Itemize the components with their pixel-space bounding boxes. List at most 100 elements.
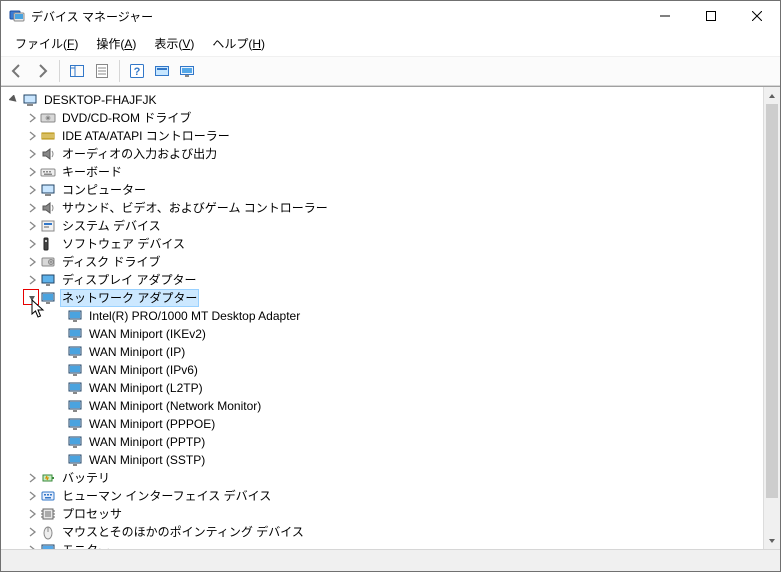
expander-closed-icon[interactable] (25, 543, 39, 549)
expander-closed-icon[interactable] (25, 489, 39, 503)
tree-node[interactable]: IDE ATA/ATAPI コントローラー (1, 127, 763, 145)
menu-view[interactable]: 表示(V) (146, 33, 202, 54)
expander-closed-icon[interactable] (25, 129, 39, 143)
expander-closed-icon[interactable] (25, 273, 39, 287)
show-hide-console-tree-button[interactable] (65, 59, 89, 83)
computer-icon (40, 182, 56, 198)
tree-leaf[interactable]: WAN Miniport (IP) (1, 343, 763, 361)
vertical-scrollbar[interactable] (763, 87, 780, 549)
tree-node-label: コンピューター (60, 181, 148, 199)
expander-closed-icon[interactable] (25, 165, 39, 179)
device-manager-window: デバイス マネージャー ファイル(F) 操作(A) 表示(V) ヘルプ(H) (0, 0, 781, 572)
minimize-button[interactable] (642, 1, 688, 31)
system-icon (40, 218, 56, 234)
network-adapter-icon (67, 344, 83, 360)
software-icon (40, 236, 56, 252)
tree-node-label: ヒューマン インターフェイス デバイス (60, 487, 273, 505)
expander-closed-icon[interactable] (25, 219, 39, 233)
expander-closed-icon[interactable] (25, 237, 39, 251)
properties-button[interactable] (90, 59, 114, 83)
mouse-icon (40, 524, 56, 540)
scroll-down-button[interactable] (764, 532, 780, 549)
arrow-left-icon (9, 63, 25, 79)
tree-leaf[interactable]: WAN Miniport (IPv6) (1, 361, 763, 379)
tree-root[interactable]: DESKTOP-FHAJFJK (1, 91, 763, 109)
tree-node[interactable]: ディスプレイ アダプター (1, 271, 763, 289)
tree-node-label: IDE ATA/ATAPI コントローラー (60, 127, 232, 145)
tree-leaf[interactable]: WAN Miniport (SSTP) (1, 451, 763, 469)
tree-node[interactable]: モニター (1, 541, 763, 549)
tree-node[interactable]: ヒューマン インターフェイス デバイス (1, 487, 763, 505)
expander-open-icon[interactable] (25, 291, 39, 305)
tree-leaf-label: WAN Miniport (IKEv2) (87, 325, 208, 343)
tree-leaf[interactable]: WAN Miniport (Network Monitor) (1, 397, 763, 415)
expander-closed-icon[interactable] (25, 183, 39, 197)
tree-node[interactable]: コンピューター (1, 181, 763, 199)
tree-node[interactable]: オーディオの入力および出力 (1, 145, 763, 163)
tree-leaf[interactable]: WAN Miniport (L2TP) (1, 379, 763, 397)
expander-closed-icon[interactable] (25, 255, 39, 269)
expander-closed-icon[interactable] (25, 201, 39, 215)
tree-leaf[interactable]: WAN Miniport (PPPOE) (1, 415, 763, 433)
toolbar-separator (59, 60, 60, 82)
tree-leaf-label: WAN Miniport (L2TP) (87, 379, 205, 397)
network-adapter-icon (67, 452, 83, 468)
svg-text:?: ? (134, 66, 141, 78)
tree-leaf-label: WAN Miniport (Network Monitor) (87, 397, 263, 415)
tree-node[interactable]: バッテリ (1, 469, 763, 487)
tree-leaf-label: WAN Miniport (IPv6) (87, 361, 200, 379)
content-area: DESKTOP-FHAJFJK DVD/CD-ROM ドライブIDE ATA/A… (1, 86, 780, 549)
tree-node[interactable]: DVD/CD-ROM ドライブ (1, 109, 763, 127)
device-tree[interactable]: DESKTOP-FHAJFJK DVD/CD-ROM ドライブIDE ATA/A… (1, 87, 763, 549)
tree-node-label: オーディオの入力および出力 (60, 145, 219, 163)
tree-node[interactable]: サウンド、ビデオ、およびゲーム コントローラー (1, 199, 763, 217)
scroll-thumb[interactable] (766, 104, 778, 498)
expander-closed-icon[interactable] (25, 147, 39, 161)
expander-closed-icon[interactable] (25, 507, 39, 521)
tree-node[interactable]: ソフトウェア デバイス (1, 235, 763, 253)
computer-root-icon (22, 92, 38, 108)
tree-node[interactable]: ディスク ドライブ (1, 253, 763, 271)
tree-node[interactable]: プロセッサ (1, 505, 763, 523)
layout-tree-icon (69, 63, 85, 79)
tree-node[interactable]: システム デバイス (1, 217, 763, 235)
tree-root-label: DESKTOP-FHAJFJK (42, 91, 158, 109)
tree-node-label: ディスプレイ アダプター (60, 271, 199, 289)
scroll-track[interactable] (764, 104, 780, 532)
scan-hardware-button[interactable] (150, 59, 174, 83)
maximize-button[interactable] (688, 1, 734, 31)
status-bar (1, 549, 780, 571)
scan-hardware-icon (154, 63, 170, 79)
titlebar: デバイス マネージャー (1, 1, 780, 31)
menu-help[interactable]: ヘルプ(H) (204, 33, 273, 54)
tree-leaf[interactable]: WAN Miniport (IKEv2) (1, 325, 763, 343)
network-adapter-icon (67, 326, 83, 342)
show-hidden-devices-button[interactable] (175, 59, 199, 83)
menu-file[interactable]: ファイル(F) (7, 33, 86, 54)
keyboard-icon (40, 164, 56, 180)
tree-node[interactable]: キーボード (1, 163, 763, 181)
app-icon (9, 8, 25, 24)
tree-node-label: キーボード (60, 163, 124, 181)
help-button[interactable]: ? (125, 59, 149, 83)
expander-open-icon[interactable] (7, 93, 21, 107)
network-adapter-icon (67, 398, 83, 414)
tree-leaf-label: WAN Miniport (SSTP) (87, 451, 207, 469)
expander-closed-icon[interactable] (25, 525, 39, 539)
tree-node[interactable]: マウスとそのほかのポインティング デバイス (1, 523, 763, 541)
scroll-up-button[interactable] (764, 87, 780, 104)
tree-leaf-label: Intel(R) PRO/1000 MT Desktop Adapter (87, 307, 302, 325)
tree-node[interactable]: ネットワーク アダプター (1, 289, 763, 307)
network-adapter-icon (67, 362, 83, 378)
tree-leaf[interactable]: WAN Miniport (PPTP) (1, 433, 763, 451)
expander-closed-icon[interactable] (25, 471, 39, 485)
nav-forward-button[interactable] (30, 59, 54, 83)
expander-closed-icon[interactable] (25, 111, 39, 125)
tree-leaf-label: WAN Miniport (PPPOE) (87, 415, 217, 433)
monitor-devices-icon (179, 63, 195, 79)
tree-leaf[interactable]: Intel(R) PRO/1000 MT Desktop Adapter (1, 307, 763, 325)
nav-back-button[interactable] (5, 59, 29, 83)
close-button[interactable] (734, 1, 780, 31)
menu-action[interactable]: 操作(A) (88, 33, 144, 54)
battery-icon (40, 470, 56, 486)
